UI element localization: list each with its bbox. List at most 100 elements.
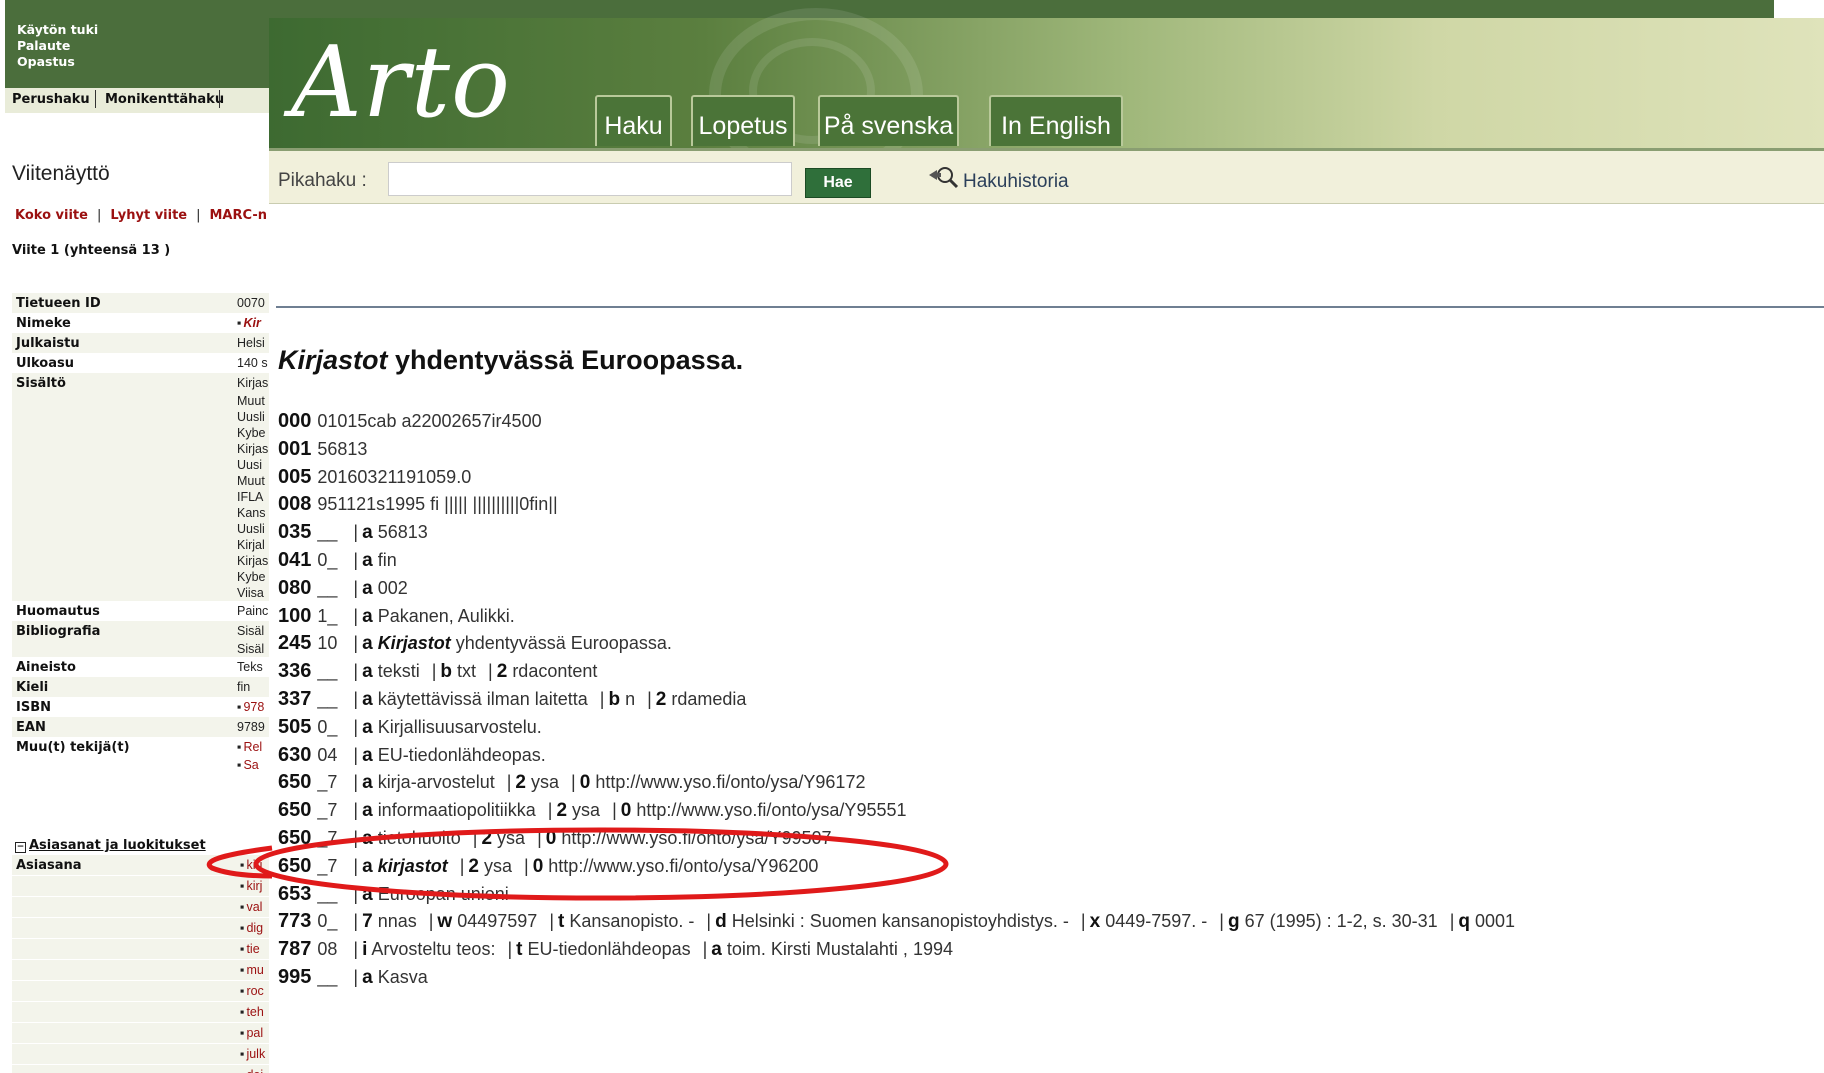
record-field-value: Teks	[237, 660, 263, 674]
subjects-section-toggle[interactable]: − Asiasanat ja luokitukset	[15, 838, 206, 853]
marc-subfield-code: 0	[532, 855, 544, 877]
marc-field-505: 505 0_ | a Kirjallisuusarvostelu.	[278, 715, 542, 738]
record-field-row: Muut	[12, 393, 270, 409]
marc-tag: 005	[278, 465, 312, 488]
record-field-row: ISBN 978	[12, 697, 270, 717]
record-field-value[interactable]: Kir	[237, 316, 270, 330]
record-field-value[interactable]: Rel	[237, 740, 270, 754]
marc-subfield-code: a	[362, 661, 373, 683]
tab-pa-svenska[interactable]: På svenska	[818, 95, 959, 146]
help-link-feedback[interactable]: Palaute	[17, 38, 98, 54]
record-field-row: Viisa	[12, 585, 270, 601]
record-field-value: Helsi	[237, 336, 265, 350]
marc-field-008: 008 951121s1995 fi ||||| ||||||||||0fin||	[278, 491, 1818, 519]
marc-indicators: _7	[317, 800, 338, 821]
record-field-value[interactable]: 978	[237, 700, 270, 714]
marc-tag: 653	[278, 882, 312, 905]
top-strip	[269, 0, 1774, 18]
record-field-label: Nimeke	[16, 316, 71, 331]
marc-subfield-code: b	[608, 688, 621, 710]
quick-search-input[interactable]	[388, 162, 792, 196]
marc-tag: 336	[278, 660, 312, 683]
marc-subfield-code: a	[362, 605, 373, 627]
marc-subfield-value: toim. Kirsti Mustalahti , 1994	[726, 939, 953, 960]
marc-subfield-code: a	[362, 716, 373, 738]
subject-link[interactable]: julk	[240, 1047, 270, 1061]
subject-link[interactable]: mu	[240, 963, 270, 977]
record-field-value: Kirjas	[237, 442, 269, 456]
marc-subfield-value: fin	[377, 549, 397, 570]
subject-label: Asiasana	[16, 858, 82, 873]
marc-subfield-value: http://www.yso.fi/onto/ysa/Y95551	[636, 800, 907, 821]
left-header: Käytön tuki Palaute Opastus	[5, 0, 270, 88]
record-field-row: Tietueen ID 0070	[12, 293, 270, 313]
subjects-list: Asiasana kirj kirj val dig tie mu roc teh pal julk…	[12, 855, 270, 1073]
marc-tag: 100	[278, 604, 312, 627]
quick-search-bar: Pikahaku : Hae Hakuhistoria	[269, 148, 1824, 204]
marc-subfield-code: i	[362, 939, 368, 961]
marc-field-000: 000 01015cab a22002657ir4500	[278, 408, 1818, 436]
record-field-row: Aineisto Teks	[12, 657, 270, 677]
record-field-value: 140 s	[237, 356, 268, 370]
help-links: Käytön tuki Palaute Opastus	[17, 22, 98, 70]
record-field-value: Viisa	[237, 586, 264, 600]
marc-tag: 000	[278, 410, 312, 432]
tab-in-english[interactable]: In English	[989, 95, 1123, 146]
search-button[interactable]: Hae	[805, 168, 871, 198]
record-field-row: Muut	[12, 473, 270, 489]
tab-advanced-search[interactable]: Monikenttähaku	[105, 92, 224, 107]
record-field-value[interactable]: Sa	[237, 758, 270, 772]
subject-row: dig	[12, 918, 270, 939]
marc-subfield-code: a	[362, 577, 373, 599]
help-link-guide[interactable]: Opastus	[17, 54, 98, 70]
subject-row: tie	[12, 939, 270, 960]
record-field-label: Kieli	[16, 680, 49, 695]
tab-basic-search[interactable]: Perushaku	[12, 92, 90, 107]
marc-subfield-code: x	[1089, 911, 1101, 933]
record-title: Kirjastot yhdentyvässä Euroopassa.	[278, 345, 744, 375]
marc-subfield-value: informaatiopolitiikka	[377, 800, 536, 821]
subject-row: teh	[12, 1002, 270, 1023]
subject-link[interactable]: val	[240, 900, 270, 914]
subject-link[interactable]: kirj	[240, 858, 270, 872]
marc-control-value: 951121s1995 fi ||||| ||||||||||0fin||	[317, 494, 558, 515]
marc-subfield-code: t	[558, 911, 565, 933]
record-field-row: Kirjas	[12, 441, 270, 457]
view-full-record[interactable]: Koko viite	[15, 208, 88, 223]
subject-link[interactable]: teh	[240, 1005, 270, 1019]
marc-subfield-value: rdacontent	[512, 661, 598, 682]
subject-link[interactable]: dei	[240, 1068, 270, 1073]
record-field-value: 9789	[237, 720, 265, 734]
marc-subfield-code: a	[362, 966, 373, 988]
record-field-label: ISBN	[16, 700, 51, 715]
subject-link[interactable]: kirj	[240, 879, 270, 893]
subject-link[interactable]: dig	[240, 921, 270, 935]
marc-tag: 650	[278, 826, 312, 849]
subject-row: julk	[12, 1044, 270, 1065]
view-short-record[interactable]: Lyhyt viite	[110, 208, 187, 223]
subject-link[interactable]: tie	[240, 942, 270, 956]
marc-indicators: __	[317, 522, 338, 543]
record-field-row: Sisältö Kirjas	[12, 373, 270, 393]
record-field-value: IFLA	[237, 490, 264, 504]
marc-field-080: 080 __ | a 002	[278, 576, 408, 599]
view-marc-record[interactable]: MARC-n	[210, 208, 268, 223]
marc-field-773: 773 0_ | 7 nnas | w 04497597 | t Kansanopisto. …	[278, 910, 1516, 933]
tab-lopetus[interactable]: Lopetus	[691, 95, 795, 146]
marc-subfield-code: 0	[579, 772, 591, 794]
marc-indicators: _7	[317, 855, 338, 876]
marc-subfield-value: 67 (1995) : 1-2, s. 30-31	[1244, 911, 1438, 932]
marc-subfield-value: EU-tiedonlähdeopas.	[377, 744, 546, 765]
marc-subfield-value: Euroopan unioni	[377, 883, 509, 904]
marc-subfield-value: tietohuolto	[377, 827, 461, 848]
subject-row: roc	[12, 981, 270, 1002]
tab-haku[interactable]: Haku	[595, 95, 672, 146]
subject-link[interactable]: pal	[240, 1026, 270, 1040]
help-link-support[interactable]: Käytön tuki	[17, 22, 98, 38]
marc-subfield-code: g	[1227, 911, 1240, 933]
record-field-value: 0070	[237, 296, 265, 310]
subject-link[interactable]: roc	[240, 984, 270, 998]
marc-control-value: 01015cab a22002657ir4500	[317, 411, 542, 431]
record-field-value: Kybe	[237, 570, 266, 584]
record-field-row: Kybe	[12, 425, 270, 441]
